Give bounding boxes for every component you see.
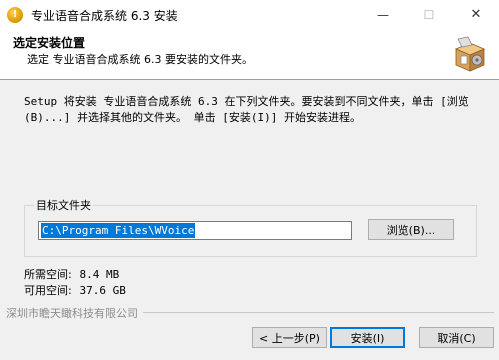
instructions-text: Setup 将安装 专业语音合成系统 6.3 在下列文件夹。要安装到不同文件夹，… (24, 95, 469, 124)
space-available-label: 可用空间: (24, 284, 72, 297)
back-button[interactable]: < 上一步(P) (252, 327, 327, 348)
page-title: 选定安装位置 (13, 36, 86, 50)
installer-box-icon (454, 36, 486, 72)
space-required-value: 8.4 MB (79, 268, 120, 281)
app-icon: ! (7, 7, 23, 23)
space-available: 可用空间: 37.6 GB (24, 282, 126, 298)
maximize-button: ☐ (423, 8, 435, 22)
space-required-label: 所需空间: (24, 268, 72, 281)
browse-button[interactable]: 浏览(B)... (368, 219, 454, 240)
wizard-header: 选定安装位置 选定 专业语音合成系统 6.3 要安装的文件夹。 (0, 30, 499, 80)
title-bar[interactable]: ! 专业语音合成系统 6.3 安装 — ☐ ✕ (0, 0, 499, 30)
install-path-input[interactable]: C:\Program Files\WVoice (38, 221, 352, 240)
space-available-value: 37.6 GB (79, 284, 126, 297)
space-required: 所需空间: 8.4 MB (24, 266, 119, 282)
window-title: 专业语音合成系统 6.3 安装 (31, 9, 178, 23)
page-subtitle: 选定 专业语音合成系统 6.3 要安装的文件夹。 (27, 53, 253, 66)
destination-folder-label: 目标文件夹 (34, 197, 93, 213)
install-path-value: C:\Program Files\WVoice (41, 223, 196, 238)
minimize-button[interactable]: — (360, 0, 406, 30)
close-button[interactable]: ✕ (453, 0, 499, 30)
company-name: 深圳市瞻天瞰科技有限公司 (6, 305, 143, 321)
cancel-button[interactable]: 取消(C) (419, 327, 494, 348)
install-button[interactable]: 安装(I) (330, 327, 405, 348)
